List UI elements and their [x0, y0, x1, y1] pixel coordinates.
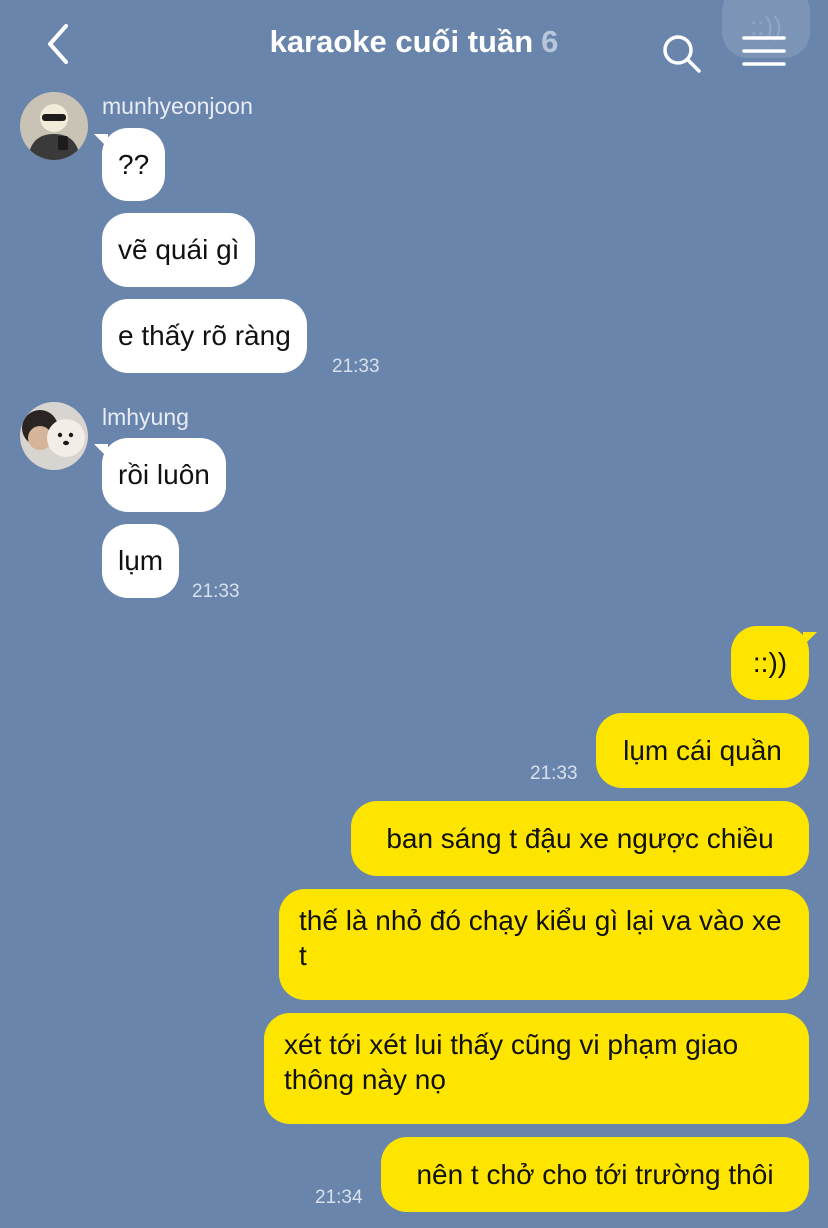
message-bubble-outgoing[interactable]: ban sáng t đậu xe ngược chiều: [351, 801, 809, 876]
avatar-lmhyung[interactable]: [20, 402, 88, 470]
message-text: thế là nhỏ đó chạy kiểu gì lại va vào xe…: [299, 905, 782, 971]
message-bubble-outgoing[interactable]: ::)): [731, 626, 817, 700]
avatar-image: [20, 92, 88, 160]
chat-screen: ::)) karaoke cuối tuần 6 munhyeonjoon ??…: [0, 0, 828, 1228]
message-text: nên t chở cho tới trường thôi: [416, 1159, 774, 1190]
sender-name: munhyeonjoon: [102, 93, 253, 119]
avatar-munhyeonjoon[interactable]: [20, 92, 88, 160]
message-bubble-outgoing[interactable]: nên t chở cho tới trường thôi: [381, 1137, 809, 1212]
message-bubble-incoming[interactable]: vẽ quái gì: [102, 213, 256, 287]
message-bubble-incoming[interactable]: lụm: [102, 524, 180, 598]
message-timestamp: 21:34: [315, 1187, 363, 1208]
message-bubble-incoming[interactable]: e thấy rõ ràng: [102, 299, 307, 373]
bubble-tail: [94, 444, 108, 458]
message-timestamp: 21:33: [192, 581, 240, 602]
bubble-tail: [803, 632, 817, 646]
search-icon: [663, 35, 701, 73]
message-text: rồi luôn: [118, 459, 210, 490]
avatar-image: [20, 402, 88, 470]
menu-button[interactable]: [740, 34, 788, 70]
bubble-tail: [94, 134, 108, 148]
message-bubble-outgoing[interactable]: lụm cái quần: [596, 713, 809, 788]
message-bubble-incoming[interactable]: rồi luôn: [94, 438, 226, 512]
member-count: 6: [541, 24, 559, 59]
message-text: ::)): [752, 647, 788, 678]
message-timestamp: 21:33: [530, 763, 578, 784]
message-bubble-incoming[interactable]: ??: [94, 128, 166, 201]
message-text: ??: [118, 149, 150, 180]
message-text: vẽ quái gì: [118, 234, 240, 265]
message-bubble-outgoing[interactable]: xét tới xét lui thấy cũng vi phạm giao t…: [264, 1013, 809, 1124]
chat-title-text: karaoke cuối tuần: [269, 24, 534, 59]
message-timestamp: 21:33: [332, 356, 380, 377]
message-text: ban sáng t đậu xe ngược chiều: [386, 823, 774, 854]
search-button[interactable]: [658, 30, 704, 76]
chat-header: ::)) karaoke cuối tuần 6: [0, 0, 828, 90]
sender-name: lmhyung: [102, 404, 189, 430]
message-text: e thấy rõ ràng: [118, 320, 291, 351]
message-bubble-outgoing[interactable]: thế là nhỏ đó chạy kiểu gì lại va vào xe…: [279, 889, 809, 1000]
message-text: xét tới xét lui thấy cũng vi phạm giao t…: [284, 1029, 739, 1095]
hamburger-menu-icon: [742, 36, 786, 66]
message-text: lụm: [118, 545, 164, 576]
message-text: lụm cái quần: [623, 735, 782, 766]
